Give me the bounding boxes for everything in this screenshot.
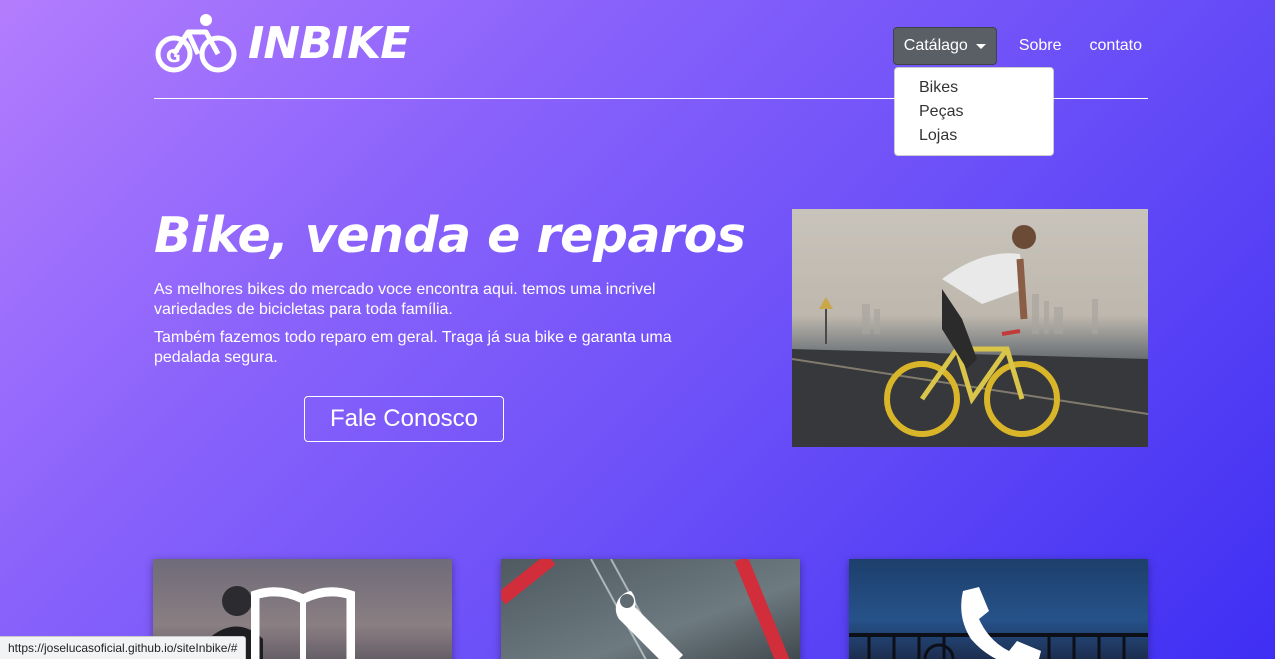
card-repairs[interactable] xyxy=(501,559,800,659)
header-divider xyxy=(154,98,1148,99)
contact-us-button[interactable]: Fale Conosco xyxy=(304,396,504,442)
hero-paragraph-2: Também fazemos todo reparo em geral. Tra… xyxy=(154,329,672,366)
catalog-label: Catálago xyxy=(903,37,968,54)
status-bar-url: https://joselucasoficial.github.io/siteI… xyxy=(0,636,247,659)
catalog-dropdown-menu: Bikes Peças Lojas xyxy=(894,67,1054,156)
hero-cyclist-image xyxy=(792,209,1148,447)
phone-icon xyxy=(961,587,1041,659)
hero-paragraph-1: As melhores bikes do mercado voce encont… xyxy=(154,281,656,318)
dropdown-item-bikes[interactable]: Bikes xyxy=(919,76,1053,100)
wrench-icon xyxy=(615,591,683,659)
catalog-dropdown-button[interactable]: Catálago xyxy=(892,27,997,65)
dropdown-item-pecas[interactable]: Peças xyxy=(919,100,1053,124)
dropdown-item-lojas[interactable]: Lojas xyxy=(919,124,1053,148)
main-nav: Catálago Sobre contato xyxy=(892,27,1148,65)
nav-link-about[interactable]: Sobre xyxy=(1013,37,1068,55)
svg-text:G: G xyxy=(166,46,181,67)
hero-title: Bike, venda e reparos xyxy=(154,207,746,264)
book-icon xyxy=(251,587,355,659)
brand-name: INBIKE xyxy=(248,17,410,69)
card-contact[interactable] xyxy=(849,559,1148,659)
bike-logo-icon: G xyxy=(155,14,237,73)
brand-logo[interactable]: G INBIKE xyxy=(154,12,410,74)
caret-down-icon xyxy=(975,43,986,49)
nav-link-contact[interactable]: contato xyxy=(1084,37,1148,55)
